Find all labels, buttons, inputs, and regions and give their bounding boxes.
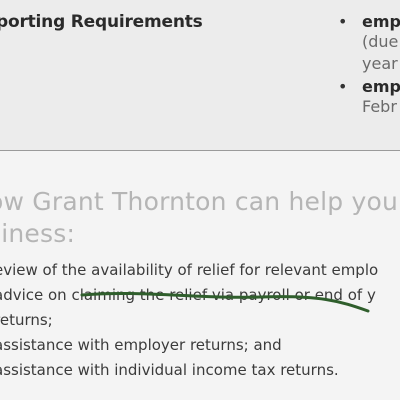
- bullet-detail-line: Febr: [362, 97, 397, 116]
- help-list-item: assistance with employer returns; and: [0, 336, 282, 354]
- help-list-item: advice on claiming the relief via payrol…: [0, 286, 376, 304]
- help-services-list: eview of the availability of relief for …: [0, 258, 400, 383]
- bullet-icon: •: [338, 12, 348, 31]
- requirement-bullet-1: • emp (due year: [338, 12, 400, 75]
- requirement-bullet-2: • emp Febr: [338, 77, 400, 118]
- grant-thornton-help-heading: ow Grant Thornton can help your siness:: [0, 187, 400, 248]
- bullet-bold-text: emp: [362, 77, 400, 96]
- help-list-item: eview of the availability of relief for …: [0, 261, 379, 279]
- help-list-item: returns;: [0, 311, 53, 329]
- reporting-requirements-heading: porting Requirements: [0, 12, 203, 32]
- help-list-item: assistance with individual income tax re…: [0, 361, 339, 379]
- bullet-bold-text: emp: [362, 12, 400, 31]
- bullet-detail-line: (due: [362, 32, 399, 51]
- requirements-bullet-list: • emp (due year • emp Febr: [338, 12, 400, 120]
- section-divider: [0, 150, 400, 151]
- bullet-icon: •: [338, 77, 348, 96]
- bullet-detail-line: year: [362, 54, 398, 73]
